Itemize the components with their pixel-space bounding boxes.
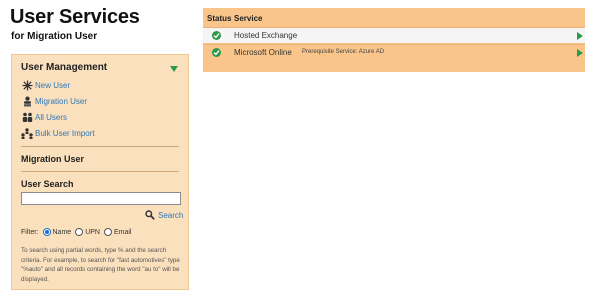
divider bbox=[21, 146, 179, 147]
filter-name-radio[interactable] bbox=[42, 228, 51, 236]
user-stack-icon bbox=[21, 95, 33, 107]
user-search-input[interactable] bbox=[21, 192, 181, 205]
service-name: Hosted Exchange bbox=[234, 31, 298, 40]
filter-name-label: Name bbox=[52, 228, 72, 236]
check-circle-icon bbox=[212, 48, 221, 57]
org-chart-icon bbox=[21, 127, 33, 139]
bulk-user-import-link[interactable]: Bulk User Import bbox=[21, 127, 95, 139]
migration-user-label: Migration User bbox=[35, 96, 88, 106]
user-search-heading: User Search bbox=[21, 179, 74, 189]
all-users-link[interactable]: All Users bbox=[21, 111, 67, 123]
panel-header: User Management bbox=[21, 62, 108, 73]
service-column-header: Service bbox=[234, 14, 263, 23]
check-circle-icon bbox=[212, 31, 221, 40]
filter-label: Filter: bbox=[21, 228, 39, 236]
users-group-icon bbox=[21, 111, 33, 123]
all-users-label: All Users bbox=[35, 112, 68, 122]
migration-user-link[interactable]: Migration User bbox=[21, 95, 87, 107]
filter-email-label: Email bbox=[113, 228, 132, 236]
bulk-user-import-label: Bulk User Import bbox=[35, 128, 95, 138]
prerequisite-note: Prerequisite Service: Azure AD bbox=[302, 49, 385, 55]
star-burst-icon bbox=[21, 79, 33, 91]
collapse-toggle-icon[interactable] bbox=[170, 66, 178, 72]
table-row[interactable]: Hosted Exchange bbox=[203, 27, 585, 43]
current-user-label: Migration User bbox=[21, 154, 85, 164]
new-user-link[interactable]: New User bbox=[21, 79, 70, 91]
services-table: Status Service Hosted Exchange Microsoft… bbox=[203, 8, 585, 72]
service-name: Microsoft Online bbox=[234, 48, 292, 57]
status-column-header: Status bbox=[207, 14, 232, 23]
filter-upn-radio[interactable] bbox=[75, 228, 84, 236]
filter-email-radio[interactable] bbox=[103, 228, 112, 236]
page-title: User Services bbox=[10, 6, 140, 28]
user-management-panel: User Management New User Migration User … bbox=[11, 54, 189, 290]
play-arrow-icon[interactable] bbox=[577, 49, 583, 57]
divider bbox=[21, 171, 179, 172]
table-row[interactable]: Microsoft Online Prerequisite Service: A… bbox=[203, 44, 585, 60]
search-button[interactable]: Search bbox=[145, 210, 183, 220]
filter-options: Filter: Name UPN Email bbox=[21, 228, 131, 236]
magnifier-icon bbox=[145, 210, 155, 220]
new-user-label: New User bbox=[35, 80, 71, 90]
page-subtitle: for Migration User bbox=[11, 31, 98, 42]
play-arrow-icon[interactable] bbox=[577, 32, 583, 40]
filter-upn-label: UPN bbox=[85, 228, 100, 236]
search-help-text: To search using partial words, type % an… bbox=[21, 247, 180, 283]
search-button-label: Search bbox=[158, 210, 184, 220]
